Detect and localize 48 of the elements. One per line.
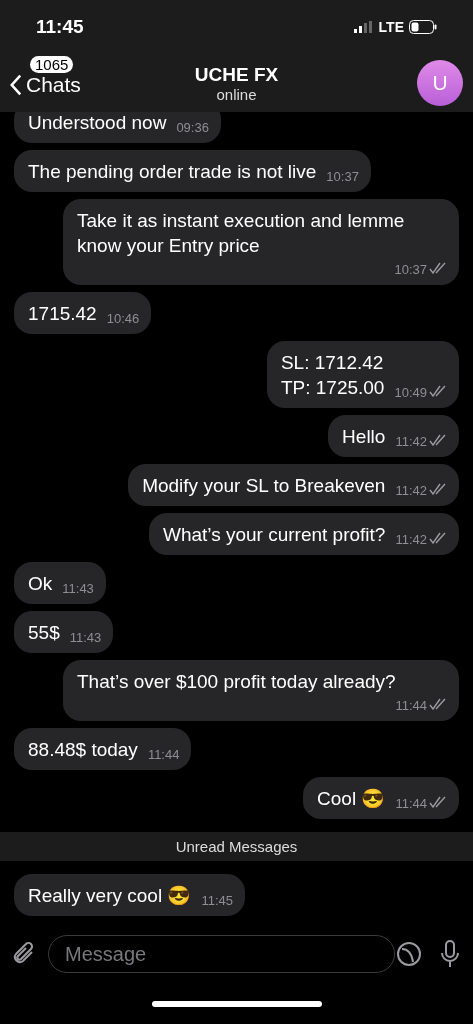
sticker-icon[interactable] [395, 940, 423, 968]
message-text: That’s over $100 profit today already? [77, 670, 396, 694]
message-time: 10:49 [394, 385, 427, 400]
message-text: Cool 😎 [317, 787, 386, 811]
message-text: Understood now [28, 112, 167, 135]
message-text: The pending order trade is not live [28, 160, 317, 184]
double-check-icon [429, 532, 447, 544]
message-time: 11:45 [201, 893, 233, 908]
back-chevron-icon [10, 74, 22, 96]
message-text: SL: 1712.42 TP: 1725.00 [280, 351, 385, 400]
double-check-icon [429, 385, 447, 397]
message-text: 55$ [28, 621, 60, 645]
back-label[interactable]: Chats [26, 74, 81, 96]
message-text: 1715.42 [28, 302, 97, 326]
message-time: 11:42 [395, 434, 427, 449]
message-time: 11:42 [395, 532, 427, 547]
back-button[interactable]: Chats [10, 74, 81, 96]
chat-title: UCHE FX [194, 63, 279, 86]
status-time: 11:45 [36, 16, 84, 38]
microphone-icon[interactable] [439, 939, 461, 969]
battery-icon [409, 20, 437, 34]
unread-count-badge: 1065 [30, 56, 74, 73]
message-time: 10:46 [106, 311, 140, 326]
message-time: 11:43 [62, 581, 94, 596]
message-text: What’s your current profit? [162, 523, 386, 547]
double-check-icon [429, 698, 447, 710]
message-text: 88.48$ today [28, 738, 138, 762]
message-time: 11:44 [147, 747, 180, 762]
chat-status: online [216, 85, 257, 103]
message-text: Hello [342, 425, 386, 449]
message-time: 11:44 [395, 796, 427, 811]
double-check-icon [429, 262, 447, 274]
double-check-icon [429, 796, 447, 808]
message-time: 09:36 [176, 120, 209, 135]
message-time: 11:42 [395, 483, 427, 498]
double-check-icon [429, 483, 447, 495]
message-text: Really very cool 😎 [28, 884, 192, 908]
message-text: Modify your SL to Breakeven [142, 474, 386, 498]
double-check-icon [429, 434, 447, 446]
signal-icon [353, 21, 374, 33]
network-label: LTE [378, 19, 404, 35]
message-text: Ok [28, 572, 53, 596]
message-time: 11:44 [395, 698, 427, 713]
message-text: Take it as instant execution and lemme know your Entry price [77, 209, 406, 258]
message-time: 10:37 [394, 262, 427, 277]
message-input[interactable]: Message [48, 935, 395, 973]
message-time: 11:43 [69, 630, 102, 645]
message-time: 10:37 [326, 169, 359, 184]
